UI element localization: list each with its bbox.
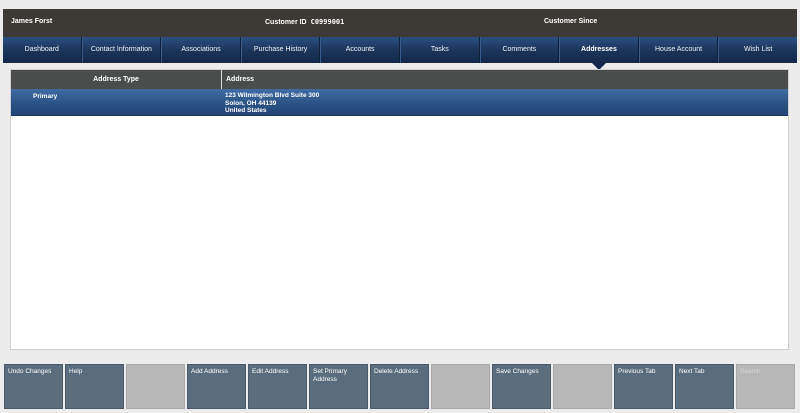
tab-label: Accounts <box>345 46 375 53</box>
tab-label: House Account <box>655 46 703 53</box>
tab-contact-information[interactable]: Contact Information <box>81 37 162 63</box>
tab-house-account[interactable]: House Account <box>638 37 719 63</box>
search-button: Search <box>736 364 795 409</box>
tab-label: Addresses <box>581 46 617 53</box>
save-changes-button[interactable]: Save Changes <box>492 364 551 409</box>
customer-name: James Forst <box>11 18 53 25</box>
set-primary-address-button[interactable]: Set Primary Address <box>309 364 368 409</box>
customer-header: James Forst Customer ID C0999001 Customer… <box>3 9 797 37</box>
address-cell: 123 Wilmington Blvd Suite 300 Solon, OH … <box>225 92 319 115</box>
tab-comments[interactable]: Comments <box>479 37 560 63</box>
tab-label: Tasks <box>430 46 449 53</box>
customer-id-value: C0999001 <box>310 18 345 26</box>
tab-wish-list[interactable]: Wish List <box>718 37 797 63</box>
tab-addresses[interactable]: Addresses <box>559 37 639 70</box>
customer-id: Customer ID C0999001 <box>265 18 344 26</box>
add-address-button[interactable]: Add Address <box>187 364 246 409</box>
tab-label: Associations <box>181 46 221 53</box>
address-line-2: Solon, OH 44139 <box>225 99 277 107</box>
customer-id-label: Customer ID <box>265 19 307 26</box>
addresses-panel: Address Type Address Primary 123 Wilming… <box>10 69 789 350</box>
tab-label: Wish List <box>743 46 773 53</box>
tab-dashboard[interactable]: Dashboard <box>3 37 82 63</box>
previous-tab-button[interactable]: Previous Tab <box>614 364 673 409</box>
tab-accounts[interactable]: Accounts <box>320 37 400 63</box>
tab-label: Comments <box>502 46 537 53</box>
edit-address-button[interactable]: Edit Address <box>248 364 307 409</box>
column-header-address-type[interactable]: Address Type <box>11 70 222 89</box>
tab-label: Contact Information <box>90 46 152 53</box>
action-button-bar: Undo Changes Help Add Address Edit Addre… <box>4 364 796 409</box>
help-button[interactable]: Help <box>65 364 124 409</box>
next-tab-button[interactable]: Next Tab <box>675 364 734 409</box>
address-line-3: United States <box>225 107 267 114</box>
tab-bar: Dashboard Contact Information Associatio… <box>3 37 797 70</box>
column-header-address[interactable]: Address <box>226 70 254 89</box>
empty-button-slot <box>431 364 490 409</box>
tab-label: Purchase History <box>253 46 308 53</box>
address-type-cell: Primary <box>33 93 58 100</box>
tab-purchase-history[interactable]: Purchase History <box>240 37 321 63</box>
customer-since-label: Customer Since <box>544 18 598 25</box>
table-row[interactable]: Primary 123 Wilmington Blvd Suite 300 So… <box>11 89 788 116</box>
tab-label: Dashboard <box>24 46 59 53</box>
tab-tasks[interactable]: Tasks <box>399 37 480 63</box>
empty-button-slot <box>126 364 185 409</box>
address-line-1: 123 Wilmington Blvd Suite 300 <box>225 92 320 99</box>
tab-associations[interactable]: Associations <box>161 37 241 63</box>
delete-address-button[interactable]: Delete Address <box>370 364 429 409</box>
undo-changes-button[interactable]: Undo Changes <box>4 364 63 409</box>
table-header: Address Type Address <box>11 70 788 89</box>
empty-button-slot <box>553 364 612 409</box>
